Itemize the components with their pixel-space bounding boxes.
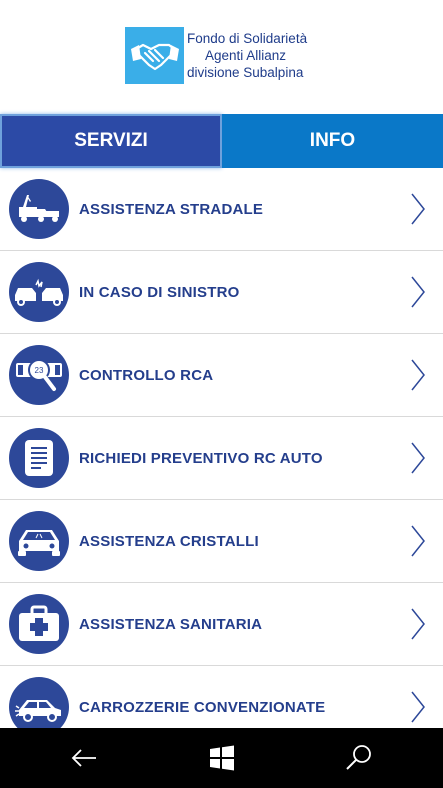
list-item-label: RICHIEDI PREVENTIVO RC AUTO	[79, 449, 323, 467]
list-item-richiedi-preventivo[interactable]: RICHIEDI PREVENTIVO RC AUTO	[0, 417, 443, 500]
list-item-assistenza-cristalli[interactable]: ASSISTENZA CRISTALLI	[0, 500, 443, 583]
svg-text:23: 23	[35, 366, 44, 375]
tab-info[interactable]: INFO	[222, 114, 443, 168]
logo-line-3: divisione Subalpina	[187, 65, 304, 80]
chevron-right-icon	[411, 525, 425, 557]
list-item-assistenza-stradale[interactable]: ASSISTENZA STRADALE	[0, 168, 443, 251]
tab-servizi[interactable]: SERVIZI	[0, 114, 222, 168]
list-item-carrozzerie-convenzionate[interactable]: CARROZZERIE CONVENZIONATE	[0, 666, 443, 728]
list-item-assistenza-sanitaria[interactable]: ASSISTENZA SANITARIA	[0, 583, 443, 666]
list-item-label: ASSISTENZA SANITARIA	[79, 615, 263, 633]
medical-kit-icon	[9, 594, 69, 654]
list-item-label: CONTROLLO RCA	[79, 366, 214, 384]
handshake-icon	[125, 27, 184, 84]
car-windshield-icon	[9, 511, 69, 571]
tow-truck-icon	[9, 179, 69, 239]
document-icon	[9, 428, 69, 488]
chevron-right-icon	[411, 608, 425, 640]
chevron-right-icon	[411, 442, 425, 474]
list-item-label: CARROZZERIE CONVENZIONATE	[79, 698, 326, 716]
system-nav-bar	[0, 728, 443, 788]
chevron-right-icon	[411, 193, 425, 225]
logo-line-1: Fondo di Solidarietà	[187, 31, 308, 46]
license-plate-search-icon: 23	[9, 345, 69, 405]
chevron-right-icon	[411, 359, 425, 391]
windows-icon[interactable]	[206, 742, 238, 774]
logo: Fondo di Solidarietà Agenti Allianz divi…	[121, 19, 322, 92]
header: Fondo di Solidarietà Agenti Allianz divi…	[0, 0, 443, 114]
list-item-label: ASSISTENZA STRADALE	[79, 200, 264, 218]
search-icon[interactable]	[343, 742, 375, 774]
chevron-right-icon	[411, 276, 425, 308]
car-crash-icon	[9, 262, 69, 322]
list-item-label: ASSISTENZA CRISTALLI	[79, 532, 259, 550]
car-icon	[9, 677, 69, 728]
list-item-label: IN CASO DI SINISTRO	[79, 283, 240, 301]
services-list: ASSISTENZA STRADALE IN CASO DI SINISTRO …	[0, 168, 443, 728]
list-item-controllo-rca[interactable]: 23 CONTROLLO RCA	[0, 334, 443, 417]
back-icon[interactable]	[68, 742, 100, 774]
logo-line-2: Agenti Allianz	[205, 48, 287, 63]
chevron-right-icon	[411, 691, 425, 723]
tab-bar: SERVIZI INFO	[0, 114, 443, 168]
logo-text: Fondo di Solidarietà Agenti Allianz divi…	[187, 30, 307, 81]
list-item-in-caso-di-sinistro[interactable]: IN CASO DI SINISTRO	[0, 251, 443, 334]
